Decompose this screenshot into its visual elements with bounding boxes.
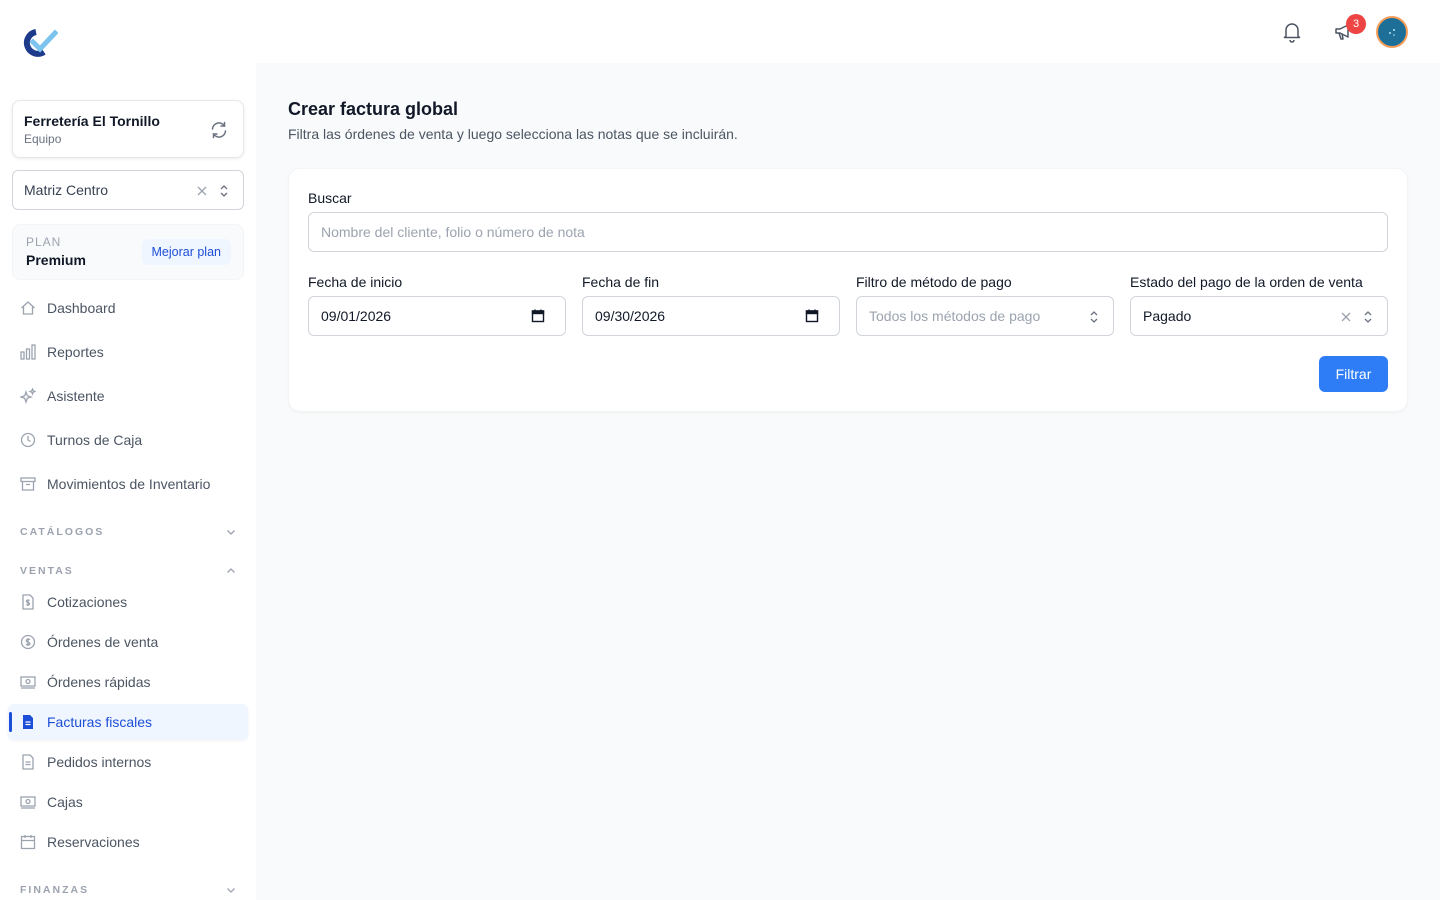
payment-status-label: Estado del pago de la orden de venta [1130,274,1363,290]
app-logo-icon[interactable] [20,28,58,58]
team-name: Ferretería El Tornillo [24,113,160,129]
upgrade-plan-button[interactable]: Mejorar plan [141,239,231,265]
payment-method-label: Filtro de método de pago [856,274,1012,290]
start-date-label: Fecha de inicio [308,274,403,290]
nav-item-cajas[interactable]: Cajas [8,784,248,820]
nav-label: Órdenes de venta [47,634,159,650]
payment-method-select[interactable]: Todos los métodos de pago [856,296,1114,336]
nav-item-facturas-fiscales[interactable]: Facturas fiscales [8,704,248,740]
filter-button[interactable]: Filtrar [1319,356,1388,392]
document-text-icon [23,715,33,729]
calendar-icon[interactable] [805,309,819,323]
nav-item-reportes[interactable]: Reportes [8,334,248,370]
section-label: CATÁLOGOS [20,526,105,538]
nav-item-pedidos-internos[interactable]: Pedidos internos [8,744,248,780]
start-date-value: 09/01/2026 [321,308,392,324]
nav-label: Reportes [47,344,104,360]
cash-register-icon [20,796,36,809]
nav-label: Órdenes rápidas [47,674,151,690]
archive-box-icon [20,477,36,491]
chevron-up-down-icon [1090,311,1098,323]
clear-icon[interactable] [1339,310,1353,324]
clock-icon [20,432,36,448]
avatar[interactable] [1376,16,1408,48]
nav-label: Turnos de Caja [47,432,143,448]
section-finanzas[interactable]: FINANZAS [20,882,240,898]
nav-label: Cotizaciones [47,594,128,610]
top-bar: 3 [256,0,1440,63]
sidebar: Ferretería El Tornillo Equipo Matriz Cen… [0,0,256,900]
search-placeholder: Nombre del cliente, folio o número de no… [321,224,585,240]
section-label: FINANZAS [20,884,90,896]
chevron-up-down-icon [220,185,228,197]
payment-status-select[interactable]: Pagado [1130,296,1388,336]
payment-method-placeholder: Todos los métodos de pago [869,308,1041,324]
document-icon [22,754,34,770]
nav-item-turnos-de-caja[interactable]: Turnos de Caja [8,422,248,458]
banknotes-icon [20,676,36,689]
team-switcher[interactable]: Ferretería El Tornillo Equipo [12,100,244,158]
nav-label: Facturas fiscales [47,714,153,730]
section-catalogos[interactable]: CATÁLOGOS [20,524,240,540]
chart-bar-icon [20,344,36,360]
notifications-badge: 3 [1346,14,1366,34]
bell-icon[interactable] [1282,21,1302,43]
filter-card [288,168,1408,412]
nav-item-movimientos-de-inventario[interactable]: Movimientos de Inventario [8,466,248,502]
chevron-up-down-icon [1364,311,1372,323]
chevron-down-icon [227,888,235,893]
plan-box: PLAN Premium Mejorar plan [12,224,244,280]
nav-item-reservaciones[interactable]: Reservaciones [8,824,248,860]
branch-value: Matriz Centro [24,182,109,198]
nav-item-asistente[interactable]: Asistente [8,378,248,414]
sparkles-icon [20,388,36,404]
nav-label: Dashboard [47,300,116,316]
currency-circle-icon [20,634,36,650]
chevron-up-icon [227,568,235,573]
refresh-icon[interactable] [209,120,229,140]
search-input[interactable]: Nombre del cliente, folio o número de no… [308,212,1388,252]
nav-item-ordenes-de-venta[interactable]: Órdenes de venta [8,624,248,660]
plan-label: PLAN [26,235,62,249]
nav-item-cotizaciones[interactable]: Cotizaciones [8,584,248,620]
clear-icon[interactable] [195,184,209,198]
branch-select[interactable]: Matriz Centro [12,170,244,210]
nav-label: Cajas [47,794,83,810]
start-date-input[interactable]: 09/01/2026 [308,296,566,336]
chevron-down-icon [227,530,235,535]
team-role: Equipo [24,132,62,146]
section-label: VENTAS [20,565,74,577]
nav-item-dashboard[interactable]: Dashboard [8,290,248,326]
nav-label: Asistente [47,388,105,404]
plan-name: Premium [26,252,86,268]
page-subtitle: Filtra las órdenes de venta y luego sele… [288,126,738,142]
document-dollar-icon [22,594,34,610]
search-label: Buscar [308,190,352,206]
nav-label: Pedidos internos [47,754,152,770]
end-date-input[interactable]: 09/30/2026 [582,296,840,336]
nav-label: Reservaciones [47,834,140,850]
calendar-icon [20,835,36,850]
payment-status-value: Pagado [1143,308,1192,324]
end-date-label: Fecha de fin [582,274,660,290]
calendar-icon[interactable] [531,309,545,323]
nav-label: Movimientos de Inventario [47,476,211,492]
nav-item-ordenes-rapidas[interactable]: Órdenes rápidas [8,664,248,700]
section-ventas[interactable]: VENTAS [20,563,240,579]
avatar-image-icon [1389,29,1395,36]
page-title: Crear factura global [288,99,459,119]
home-icon [21,301,35,315]
end-date-value: 09/30/2026 [595,308,666,324]
